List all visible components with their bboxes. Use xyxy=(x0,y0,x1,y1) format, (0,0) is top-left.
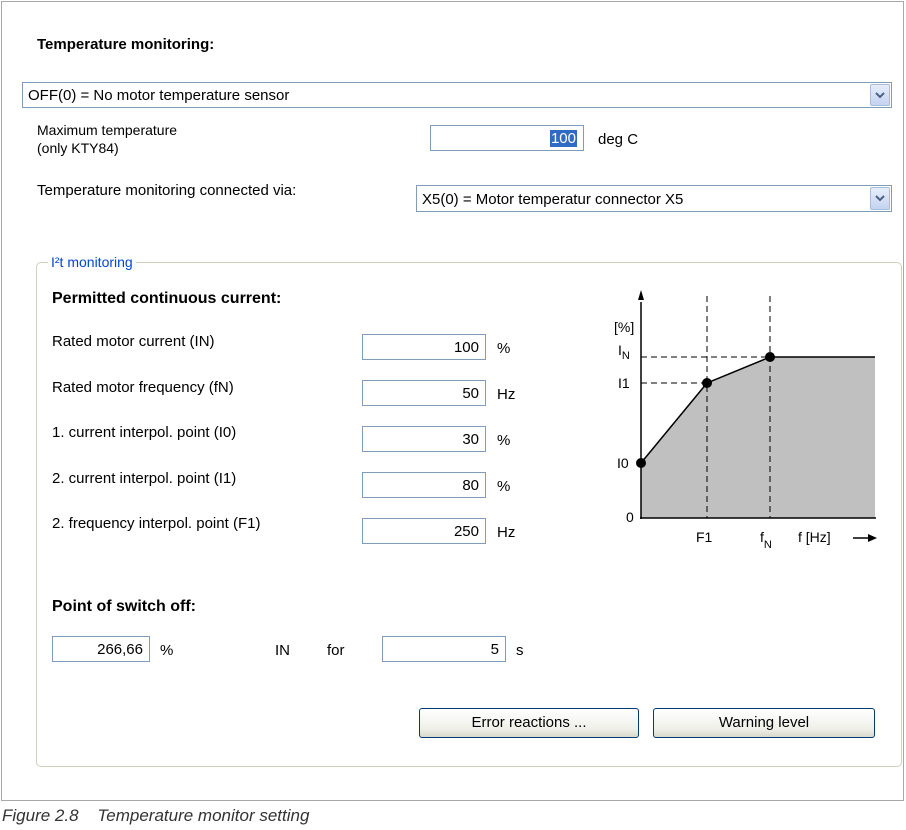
arrow-up-icon xyxy=(638,290,644,300)
for-label: for xyxy=(327,642,345,659)
connected-via-value: X5(0) = Motor temperatur connector X5 xyxy=(422,191,684,208)
warning-level-button[interactable]: Warning level xyxy=(653,708,875,738)
max-temperature-unit: deg C xyxy=(598,131,639,148)
max-temperature-input[interactable]: 100 xyxy=(430,125,584,151)
rated-motor-current-label: Rated motor current (IN) xyxy=(52,333,215,350)
i2t-monitoring-title: I²t monitoring xyxy=(48,254,136,270)
current-interpol-point-i1-unit: % xyxy=(497,478,511,495)
switch-off-reference: IN xyxy=(275,642,290,659)
permitted-current-area xyxy=(641,357,875,518)
f1-label: F1 xyxy=(696,529,713,545)
current-interpol-point-i0-label: 1. current interpol. point (I0) xyxy=(52,424,237,441)
permitted-current-heading: Permitted continuous current: xyxy=(52,290,282,307)
connected-via-label: Temperature monitoring connected via: xyxy=(37,182,297,199)
fn-label: fN xyxy=(760,529,772,551)
y-unit-label: [%] xyxy=(614,319,634,335)
sensor-type-select[interactable]: OFF(0) = No motor temperature sensor xyxy=(22,82,892,108)
figure-caption: Figure 2.8 Temperature monitor setting xyxy=(2,806,310,825)
switch-off-heading: Point of switch off: xyxy=(52,598,196,615)
duration-unit: s xyxy=(516,642,524,659)
chevron-down-icon[interactable] xyxy=(870,84,890,106)
frequency-interpol-point-f1-label: 2. frequency interpol. point (F1) xyxy=(52,515,261,532)
switch-off-value: 266,66 xyxy=(97,641,143,658)
duration-input[interactable]: 5 xyxy=(382,636,506,662)
duration-value: 5 xyxy=(490,641,499,658)
max-temperature-sublabel: (only KTY84) xyxy=(37,140,119,156)
max-temperature-value: 100 xyxy=(549,130,577,147)
in-point xyxy=(765,352,775,362)
frequency-interpol-point-f1-unit: Hz xyxy=(497,524,516,541)
switch-off-input[interactable]: 266,66 xyxy=(52,636,150,662)
i1-label: I1 xyxy=(618,375,630,391)
rated-motor-current-unit: % xyxy=(497,340,511,357)
chevron-down-icon[interactable] xyxy=(870,187,890,210)
connected-via-select[interactable]: X5(0) = Motor temperatur connector X5 xyxy=(416,185,892,212)
arrow-right-head xyxy=(868,534,877,542)
i0-point xyxy=(636,458,646,468)
current-interpol-point-i0-unit: % xyxy=(497,432,511,449)
error-reactions-button[interactable]: Error reactions ... xyxy=(419,708,639,738)
current-frequency-diagram: [%] IN I1 I0 0 F1 fN f [Hz] xyxy=(614,290,877,551)
in-label: IN xyxy=(618,342,630,362)
rated-motor-frequency-value: 50 xyxy=(462,385,479,402)
rated-motor-frequency-input[interactable]: 50 xyxy=(362,380,486,406)
rated-motor-current-input[interactable]: 100 xyxy=(362,334,486,360)
i1-point xyxy=(702,378,712,388)
rated-motor-current-value: 100 xyxy=(453,339,479,356)
temperature-monitoring-heading: Temperature monitoring: xyxy=(37,36,215,53)
current-interpol-point-i1-label: 2. current interpol. point (I1) xyxy=(52,470,237,487)
max-temperature-label: Maximum temperature xyxy=(37,122,178,138)
frequency-interpol-point-f1-input[interactable]: 250 xyxy=(362,518,486,544)
current-interpol-point-i1-input[interactable]: 80 xyxy=(362,472,486,498)
switch-off-unit: % xyxy=(160,642,174,659)
x-axis-label: f [Hz] xyxy=(798,529,831,545)
sensor-type-value: OFF(0) = No motor temperature sensor xyxy=(28,87,290,104)
rated-motor-frequency-label: Rated motor frequency (fN) xyxy=(52,379,234,396)
zero-label: 0 xyxy=(626,509,634,525)
current-interpol-point-i0-input[interactable]: 30 xyxy=(362,426,486,452)
i0-label: I0 xyxy=(617,455,629,471)
frequency-interpol-point-f1-value: 250 xyxy=(453,523,479,540)
rated-motor-frequency-unit: Hz xyxy=(497,386,516,403)
current-interpol-point-i1-value: 80 xyxy=(462,477,479,494)
current-interpol-point-i0-value: 30 xyxy=(462,431,479,448)
